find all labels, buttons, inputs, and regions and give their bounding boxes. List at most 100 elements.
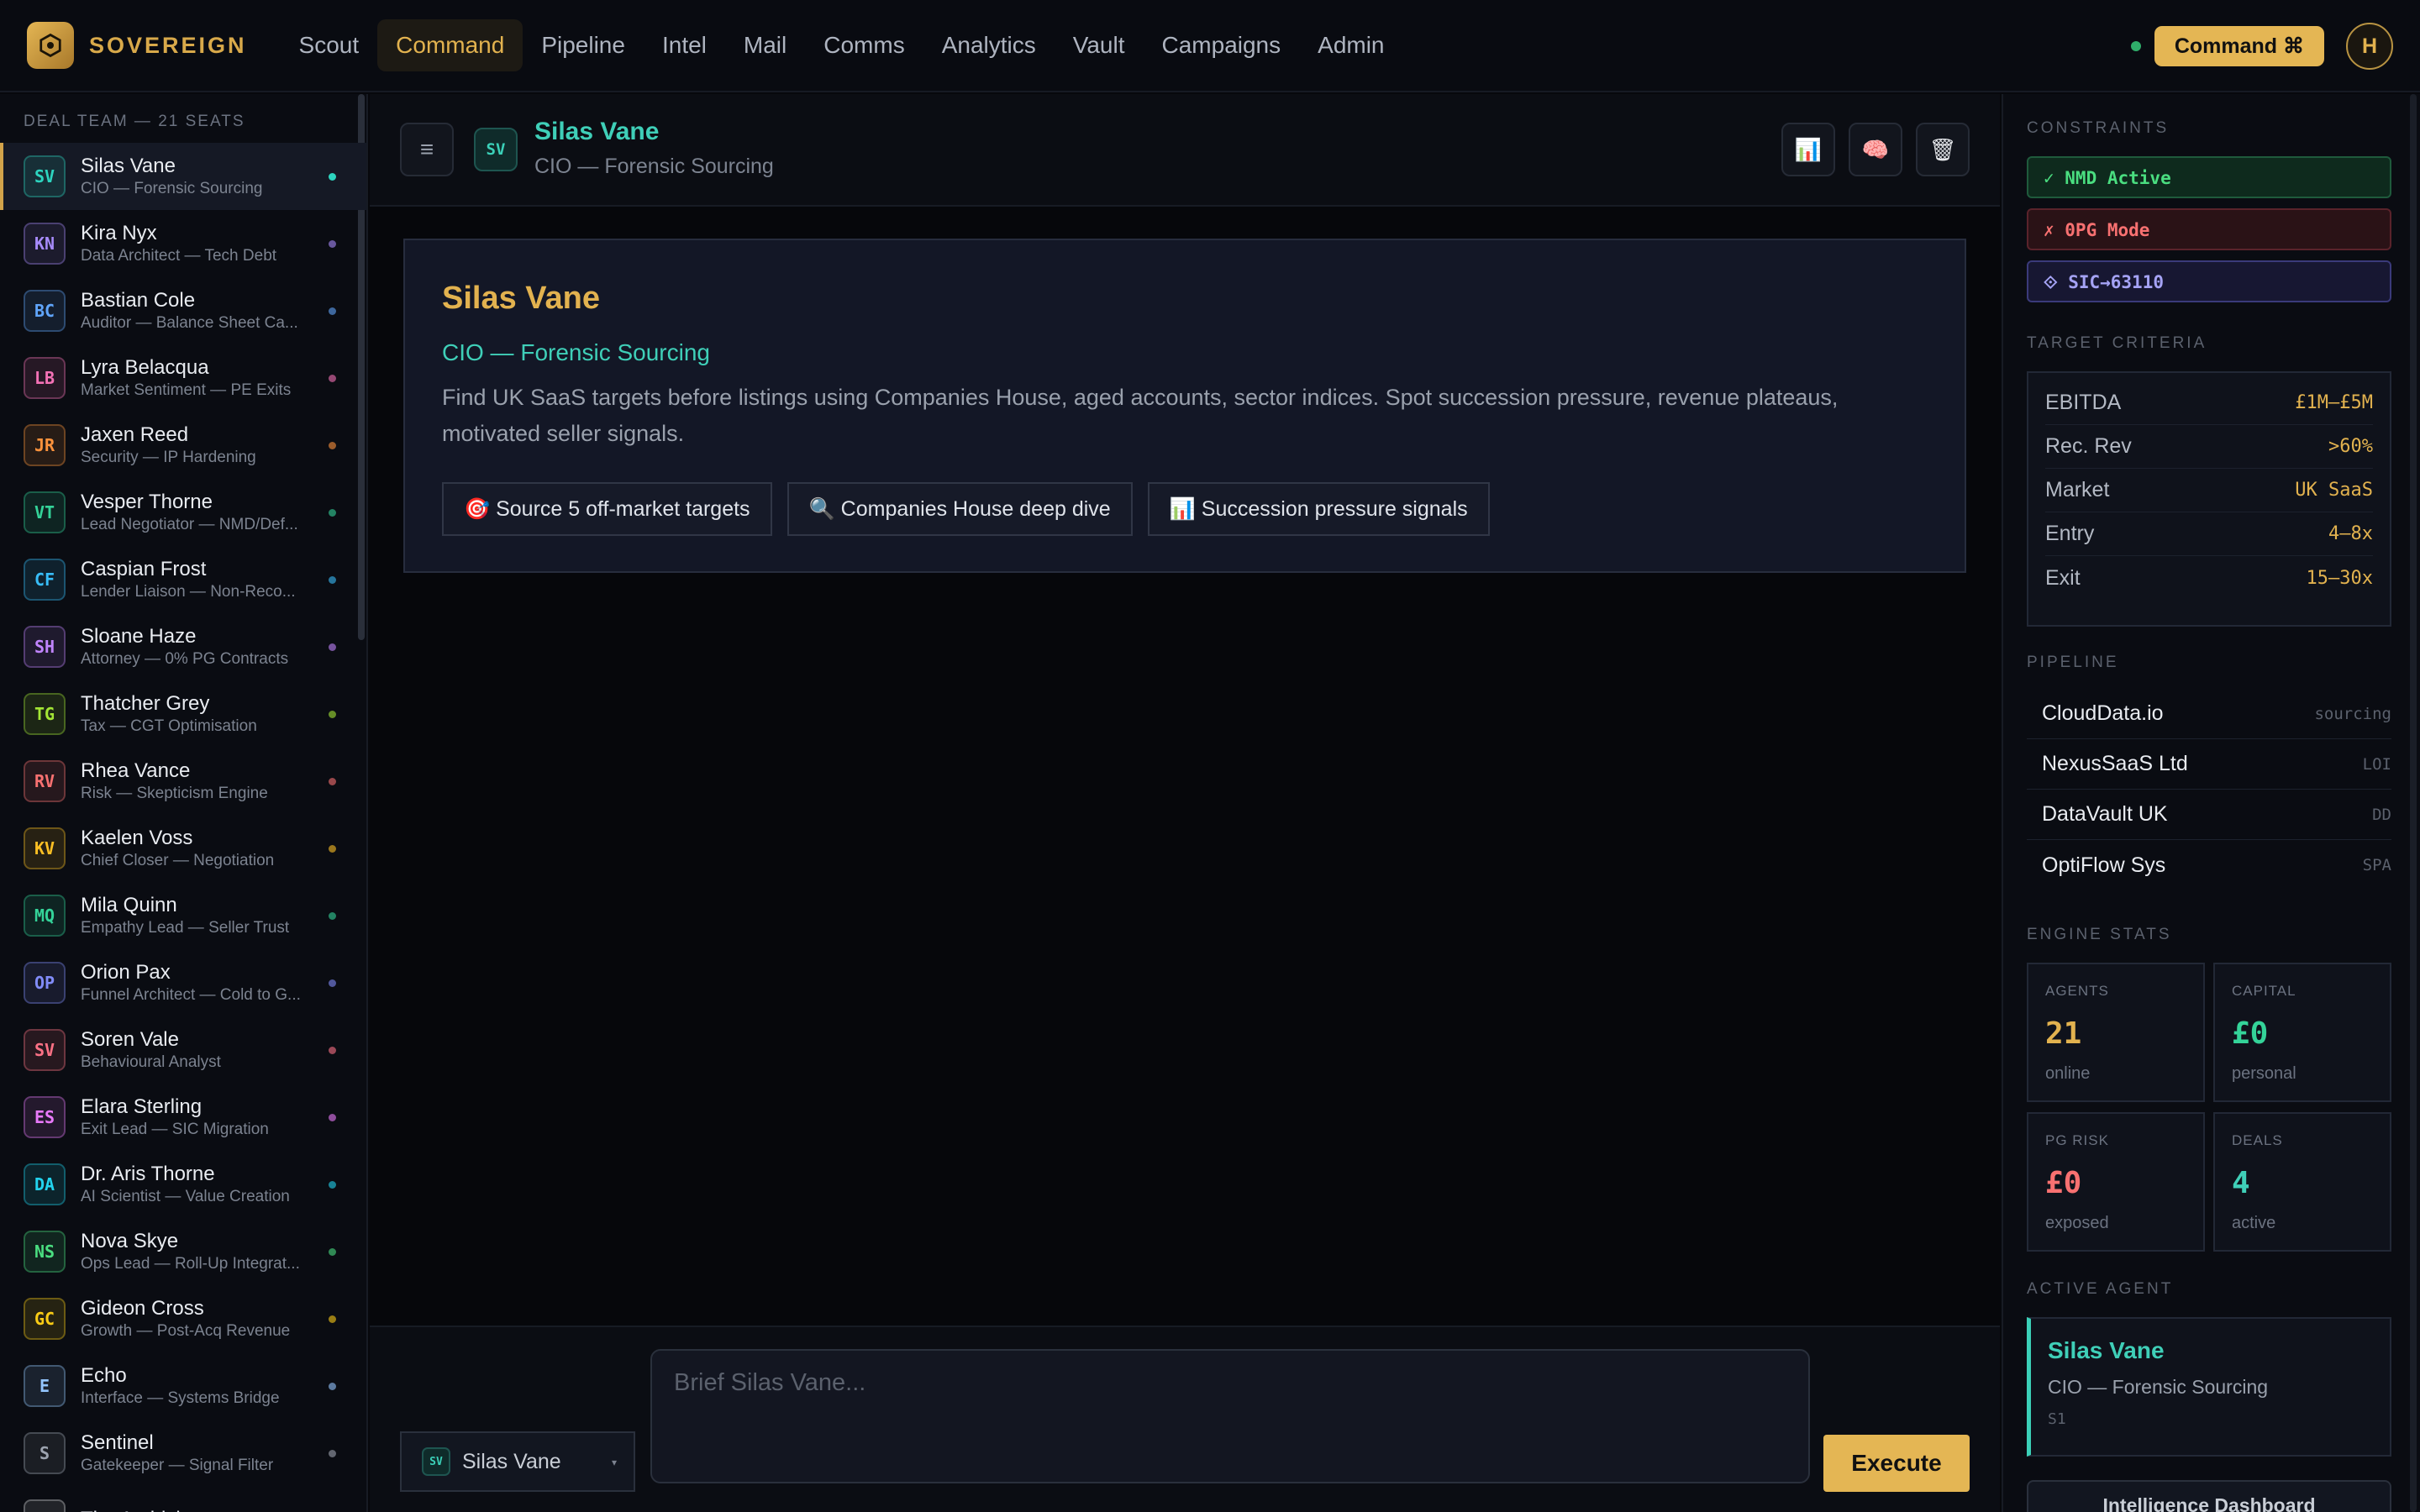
- member-role: Attorney — 0% PG Contracts: [81, 650, 289, 668]
- agent-select-avatar: SV: [422, 1447, 450, 1476]
- team-member-item[interactable]: VT Vesper Thorne Lead Negotiator — NMD/Def…: [0, 479, 366, 546]
- team-member-item[interactable]: KN Kira Nyx Data Architect — Tech Debt: [0, 210, 366, 277]
- team-member-item[interactable]: SV Silas Vane CIO — Forensic Sourcing: [0, 143, 366, 210]
- deal-team-header: DEAL TEAM — 21 SEATS: [24, 113, 245, 130]
- member-name: Sentinel: [81, 1431, 154, 1454]
- constraint-sic[interactable]: ⟐ SIC→63110: [2027, 260, 2391, 302]
- agent-select-name: Silas Vane: [462, 1449, 561, 1473]
- member-text: Thatcher Grey Tax — CGT Optimisation: [81, 692, 316, 736]
- menu-icon[interactable]: ≡: [400, 123, 454, 176]
- trash-icon[interactable]: 🗑: [1916, 123, 1970, 176]
- member-status-dot: [329, 912, 336, 920]
- quick-action-succession-signals[interactable]: 📊 Succession pressure signals: [1147, 482, 1490, 536]
- nav-intel[interactable]: Intel: [644, 19, 725, 71]
- nav-admin[interactable]: Admin: [1299, 19, 1402, 71]
- team-member-item[interactable]: NS Nova Skye Ops Lead — Roll-Up Integrat..…: [0, 1218, 366, 1285]
- nav-campaigns[interactable]: Campaigns: [1144, 19, 1300, 71]
- member-status-dot: [329, 240, 336, 248]
- team-member-item[interactable]: LB Lyra Belacqua Market Sentiment — PE Exi…: [0, 344, 366, 412]
- team-member-item[interactable]: MQ Mila Quinn Empathy Lead — Seller Trust: [0, 882, 366, 949]
- member-avatar: JR: [24, 424, 66, 466]
- stat-deals: DEALS 4 active: [2213, 1112, 2391, 1252]
- member-text: Bastian Cole Auditor — Balance Sheet Ca..…: [81, 289, 316, 333]
- criteria-row: EBITDA £1M–£5M: [2045, 381, 2373, 425]
- constraint-nmd[interactable]: ✓ NMD Active: [2027, 156, 2391, 198]
- nav-scout[interactable]: Scout: [281, 19, 378, 71]
- constraint-0pg[interactable]: ✗ 0PG Mode: [2027, 208, 2391, 250]
- member-name: Thatcher Grey: [81, 692, 210, 715]
- team-member-item[interactable]: KV Kaelen Voss Chief Closer — Negotiation: [0, 815, 366, 882]
- member-status-dot: [329, 1450, 336, 1457]
- team-member-item[interactable]: DA Dr. Aris Thorne AI Scientist — Value Cr…: [0, 1151, 366, 1218]
- criteria-row: Rec. Rev >60%: [2045, 425, 2373, 469]
- team-member-item[interactable]: BC Bastian Cole Auditor — Balance Sheet Ca…: [0, 277, 366, 344]
- member-role: Gatekeeper — Signal Filter: [81, 1457, 274, 1474]
- team-member-item[interactable]: ES Elara Sterling Exit Lead — SIC Migratio…: [0, 1084, 366, 1151]
- member-role: CIO — Forensic Sourcing: [81, 180, 263, 197]
- team-member-item[interactable]: OP Orion Pax Funnel Architect — Cold to G.…: [0, 949, 366, 1016]
- team-member-item[interactable]: CF Caspian Frost Lender Liaison — Non-Reco…: [0, 546, 366, 613]
- deal-team-sidebar: DEAL TEAM — 21 SEATS SV Silas Vane CIO — F…: [0, 94, 368, 1512]
- quick-action-companies-house[interactable]: 🔍 Companies House deep dive: [786, 482, 1133, 536]
- member-avatar: LB: [24, 357, 66, 399]
- team-member-item[interactable]: S Sentinel Gatekeeper — Signal Filter: [0, 1420, 366, 1487]
- team-member-item[interactable]: E Echo Interface — Systems Bridge: [0, 1352, 366, 1420]
- member-name: Jaxen Reed: [81, 423, 189, 446]
- member-status-dot: [329, 711, 336, 718]
- user-avatar[interactable]: H: [2346, 23, 2393, 70]
- member-role: Ops Lead — Roll-Up Integrat...: [81, 1255, 300, 1273]
- member-text: Vesper Thorne Lead Negotiator — NMD/Def..…: [81, 491, 316, 534]
- agent-select[interactable]: SV Silas Vane ▾: [400, 1431, 635, 1492]
- team-member-item[interactable]: SH Sloane Haze Attorney — 0% PG Contracts: [0, 613, 366, 680]
- member-avatar: SV: [24, 1029, 66, 1071]
- member-text: Jaxen Reed Security — IP Hardening: [81, 423, 316, 467]
- team-member-item[interactable]: GC Gideon Cross Growth — Post-Acq Revenue: [0, 1285, 366, 1352]
- member-name: Orion Pax: [81, 961, 171, 984]
- member-list: SV Silas Vane CIO — Forensic Sourcing KN Kir…: [0, 143, 366, 1512]
- brain-icon[interactable]: 🧠: [1849, 123, 1902, 176]
- chart-icon[interactable]: 📊: [1781, 123, 1835, 176]
- member-avatar: E: [24, 1365, 66, 1407]
- member-text: Dr. Aris Thorne AI Scientist — Value Crea…: [81, 1163, 316, 1206]
- stat-capital: CAPITAL £0 personal: [2213, 963, 2391, 1102]
- right-panel-scrollbar[interactable]: [2410, 94, 2417, 1512]
- logo-icon[interactable]: [27, 22, 74, 69]
- team-member-item[interactable]: RV Rhea Vance Risk — Skepticism Engine: [0, 748, 366, 815]
- quick-action-source-targets[interactable]: 🎯 Source 5 off-market targets: [442, 482, 772, 536]
- criteria-row: Entry 4–8x: [2045, 512, 2373, 556]
- brief-input[interactable]: [650, 1349, 1810, 1483]
- nav-pipeline[interactable]: Pipeline: [523, 19, 644, 71]
- execute-button[interactable]: Execute: [1823, 1435, 1970, 1492]
- agent-intro-role: CIO — Forensic Sourcing: [442, 339, 710, 365]
- nav-mail[interactable]: Mail: [725, 19, 805, 71]
- pipeline-item[interactable]: DataVault UK DD: [2027, 790, 2391, 840]
- nav-vault[interactable]: Vault: [1055, 19, 1144, 71]
- stat-pg-risk: PG RISK £0 exposed: [2027, 1112, 2205, 1252]
- team-member-item[interactable]: TG Thatcher Grey Tax — CGT Optimisation: [0, 680, 366, 748]
- command-palette-button[interactable]: Command ⌘: [2154, 26, 2324, 66]
- nav-comms[interactable]: Comms: [805, 19, 923, 71]
- active-agent-title: ACTIVE AGENT: [2027, 1280, 2174, 1298]
- pipeline-item[interactable]: NexusSaaS Ltd LOI: [2027, 739, 2391, 790]
- member-name: Gideon Cross: [81, 1297, 204, 1320]
- member-status-dot: [329, 1248, 336, 1256]
- active-agent-name: Silas Vane: [2048, 1337, 2165, 1363]
- online-status-dot: [2130, 41, 2141, 51]
- team-member-item[interactable]: TA The Archivist: [0, 1487, 366, 1512]
- member-text: Kaelen Voss Chief Closer — Negotiation: [81, 827, 316, 870]
- intelligence-dashboard-button[interactable]: Intelligence Dashboard: [2027, 1480, 2391, 1512]
- pipeline-item[interactable]: CloudData.io sourcing: [2027, 689, 2391, 739]
- team-member-item[interactable]: SV Soren Vale Behavioural Analyst: [0, 1016, 366, 1084]
- member-status-dot: [329, 643, 336, 651]
- member-name: Soren Vale: [81, 1028, 179, 1051]
- pipeline-item[interactable]: OptiFlow Sys SPA: [2027, 840, 2391, 890]
- nav-analytics[interactable]: Analytics: [923, 19, 1055, 71]
- member-status-dot: [329, 509, 336, 517]
- agent-intro-name: Silas Vane: [442, 281, 601, 316]
- member-name: Rhea Vance: [81, 759, 191, 782]
- nav-command[interactable]: Command: [377, 19, 523, 71]
- member-avatar: KV: [24, 827, 66, 869]
- team-member-item[interactable]: JR Jaxen Reed Security — IP Hardening: [0, 412, 366, 479]
- member-status-dot: [329, 1181, 336, 1189]
- member-role: Market Sentiment — PE Exits: [81, 381, 292, 399]
